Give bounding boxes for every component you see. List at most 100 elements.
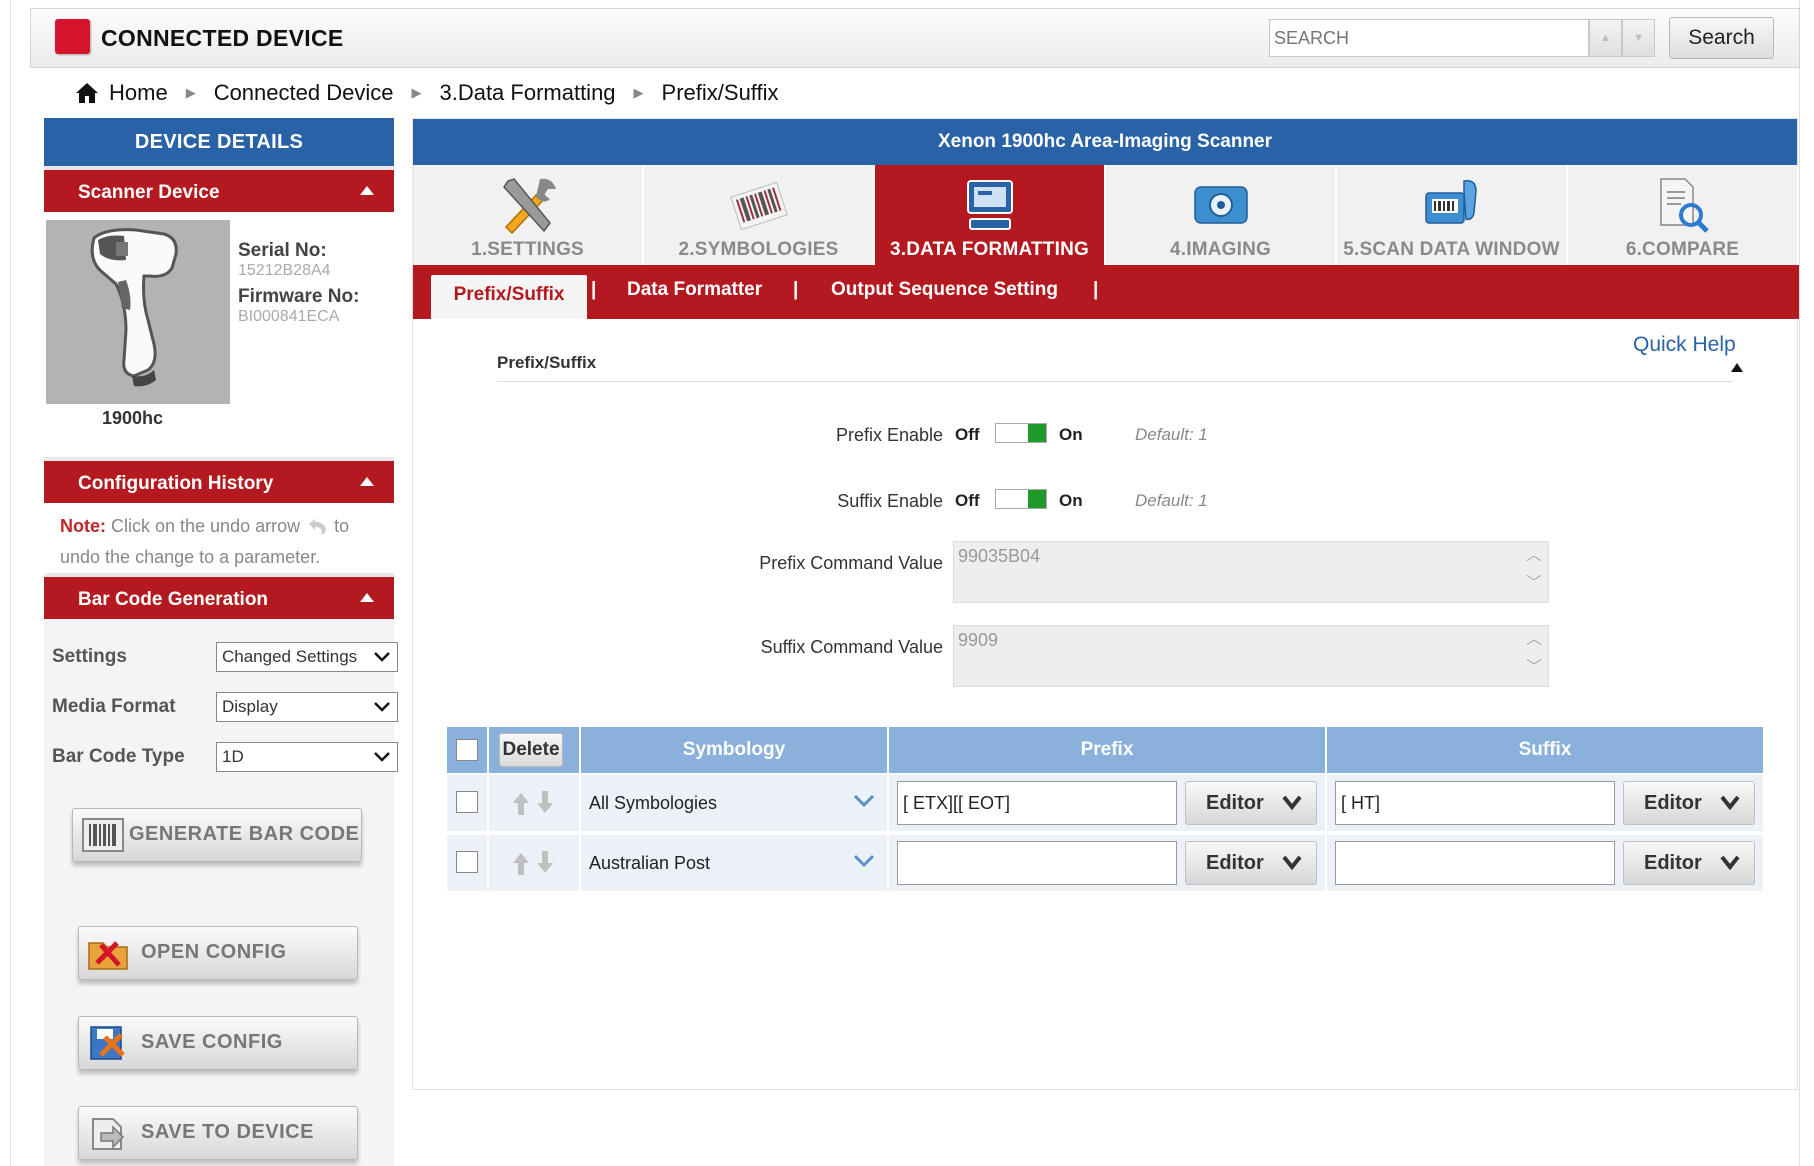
row-checkbox-cell: [447, 775, 487, 831]
barcode-generation-section[interactable]: Bar Code Generation: [44, 573, 394, 619]
settings-label: Settings: [52, 646, 127, 667]
undo-note: Note: Click on the undo arrow to undo th…: [44, 503, 394, 573]
tab-scan-data-window[interactable]: 5.SCAN DATA WINDOW: [1337, 165, 1568, 265]
prefix-editor-button[interactable]: Editor: [1185, 781, 1317, 825]
bar-code-type-select[interactable]: 1D: [216, 742, 398, 772]
serial-label: Serial No:: [238, 240, 327, 261]
scanner-device-section[interactable]: Scanner Device: [44, 166, 394, 212]
media-format-row: Media Format Display: [52, 692, 398, 722]
note-label: Note:: [60, 516, 106, 536]
breadcrumb-connected-device[interactable]: Connected Device: [214, 80, 394, 106]
save-config-button[interactable]: SAVE CONFIG: [78, 1016, 358, 1070]
row-checkbox[interactable]: [456, 851, 478, 873]
quick-help-link[interactable]: Quick Help: [1633, 333, 1736, 357]
scanner-device-icon: [90, 228, 178, 387]
move-up-down-icon[interactable]: [507, 849, 559, 877]
main-panel: Xenon 1900hc Area-Imaging Scanner 1.SETT…: [412, 118, 1799, 1090]
device-title: Xenon 1900hc Area-Imaging Scanner: [413, 119, 1797, 165]
row-checkbox[interactable]: [456, 791, 478, 813]
tab-settings[interactable]: 1.SETTINGS: [413, 165, 644, 265]
settings-select[interactable]: Changed Settings: [216, 642, 398, 672]
tab-compare[interactable]: 6.COMPARE: [1568, 165, 1799, 265]
delete-button[interactable]: Delete: [499, 733, 563, 767]
scroll-down-icon[interactable]: ﹀: [1526, 660, 1542, 676]
media-format-label: Media Format: [52, 696, 176, 717]
tab-symbologies[interactable]: 2.SYMBOLOGIES: [644, 165, 875, 265]
main-tabs: 1.SETTINGS 2.SYMBOLOGIES 3.DATA FORMATTI…: [413, 165, 1799, 265]
header-checkbox-cell: [447, 727, 487, 773]
search-button[interactable]: Search: [1669, 17, 1774, 59]
collapse-icon[interactable]: [360, 593, 374, 602]
top-header: CONNECTED DEVICE ▲ ▼ Search: [30, 8, 1800, 68]
save-to-device-button[interactable]: SAVE TO DEVICE: [78, 1106, 358, 1160]
header-prefix: Prefix: [889, 727, 1325, 773]
suffix-enable-toggle[interactable]: [995, 489, 1047, 509]
collapse-icon[interactable]: [360, 186, 374, 195]
breadcrumb-separator-icon: ▶: [185, 85, 196, 100]
scan-data-icon: [1424, 179, 1477, 224]
camera-icon: [1193, 186, 1248, 224]
subtab-divider: |: [793, 279, 799, 300]
prefix-editor-button[interactable]: Editor: [1185, 841, 1317, 885]
media-format-select[interactable]: Display: [216, 692, 398, 722]
breadcrumb-data-formatting[interactable]: 3.Data Formatting: [439, 80, 615, 106]
prefix-suffix-table: Delete Symbology Prefix Suffix All Symbo…: [447, 727, 1763, 893]
chevron-down-icon[interactable]: [853, 853, 875, 869]
chevron-down-icon[interactable]: [853, 793, 875, 809]
scroll-up-icon[interactable]: ︿: [1526, 632, 1542, 648]
prefix-input[interactable]: [897, 841, 1177, 885]
barcode-generation-title: Bar Code Generation: [78, 589, 269, 610]
subtab-output-sequence[interactable]: Output Sequence Setting: [831, 279, 1058, 301]
breadcrumb-home[interactable]: Home: [109, 80, 168, 106]
suffix-cell: Editor: [1327, 835, 1763, 891]
open-config-button[interactable]: OPEN CONFIG: [78, 926, 358, 980]
section-divider: [497, 381, 1733, 382]
prefix-cell: [ ETX][[ EOT] Editor: [889, 775, 1325, 831]
select-all-checkbox[interactable]: [456, 739, 478, 761]
suffix-command-value[interactable]: 9909 ︿ ﹀: [953, 625, 1549, 687]
tab-imaging[interactable]: 4.IMAGING: [1106, 165, 1337, 265]
serial-value: 15212B28A4: [238, 262, 331, 279]
suffix-editor-button[interactable]: Editor: [1623, 781, 1755, 825]
suffix-input[interactable]: [ HT]: [1335, 781, 1615, 825]
tab-data-formatting[interactable]: 3.DATA FORMATTING: [875, 165, 1106, 265]
move-up-down-icon[interactable]: [507, 789, 559, 817]
device-model: 1900hc: [102, 408, 164, 428]
config-history-section[interactable]: Configuration History: [44, 457, 394, 503]
row-checkbox-cell: [447, 835, 487, 891]
sub-tabs: Prefix/Suffix | Data Formatter | Output …: [413, 265, 1799, 319]
device-card: Serial No: 15212B28A4 Firmware No: BI000…: [44, 212, 394, 457]
quick-help-toggle-icon[interactable]: [1731, 363, 1743, 372]
symbology-cell[interactable]: All Symbologies: [581, 775, 887, 831]
prefix-on-label: On: [1059, 425, 1083, 444]
left-sidebar: DEVICE DETAILS Scanner Device Serial No:…: [44, 118, 398, 1166]
scroll-down-icon[interactable]: ﹀: [1526, 576, 1542, 592]
barcode-icon: [729, 181, 788, 231]
prefix-cell: Editor: [889, 835, 1325, 891]
generate-bar-code-button[interactable]: GENERATE BAR CODE: [72, 808, 362, 862]
prefix-command-value[interactable]: 99035B04 ︿ ﹀: [953, 541, 1549, 603]
save-config-icon: [90, 1026, 125, 1060]
search-up-icon[interactable]: ▲: [1589, 19, 1622, 57]
symbology-cell[interactable]: Australian Post: [581, 835, 887, 891]
firmware-label: Firmware No:: [238, 286, 360, 307]
prefix-input[interactable]: [ ETX][[ EOT]: [897, 781, 1177, 825]
save-to-device-icon: [92, 1118, 125, 1150]
suffix-editor-button[interactable]: Editor: [1623, 841, 1755, 885]
home-icon[interactable]: [75, 82, 99, 104]
suffix-input[interactable]: [1335, 841, 1615, 885]
breadcrumb-prefix-suffix: Prefix/Suffix: [661, 80, 779, 105]
prefix-default: Default: 1: [1135, 425, 1208, 444]
chevron-down-icon: [371, 744, 393, 770]
scroll-up-icon[interactable]: ︿: [1526, 548, 1542, 564]
subtab-data-formatter[interactable]: Data Formatter: [627, 279, 762, 301]
header-symbology: Symbology: [581, 727, 887, 773]
brand-title: CONNECTED DEVICE: [101, 25, 344, 51]
prefix-enable-toggle[interactable]: [995, 423, 1047, 443]
collapse-icon[interactable]: [360, 477, 374, 486]
suffix-cell: [ HT] Editor: [1327, 775, 1763, 831]
suffix-off-label: Off: [955, 491, 980, 510]
search-down-icon[interactable]: ▼: [1622, 19, 1655, 57]
search-input[interactable]: [1269, 19, 1589, 57]
subtab-prefix-suffix[interactable]: Prefix/Suffix: [431, 275, 587, 319]
